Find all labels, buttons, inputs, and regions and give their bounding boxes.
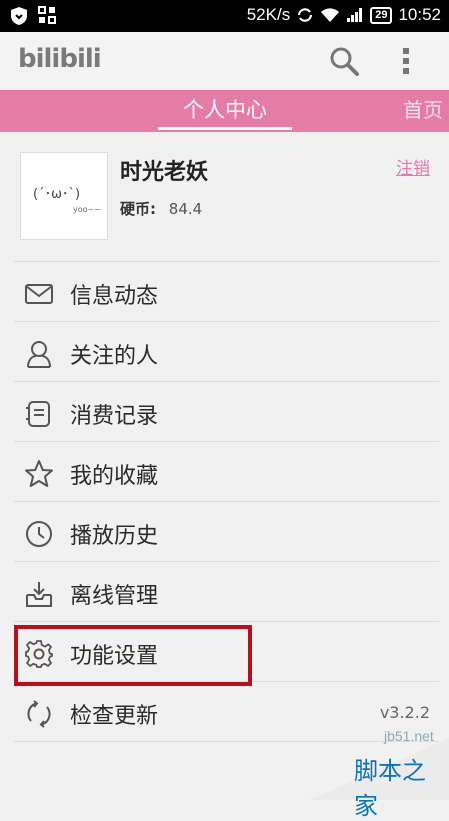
battery-indicator: 29 [370, 6, 393, 24]
mail-icon [25, 284, 53, 304]
divider [14, 321, 439, 322]
divider [14, 561, 439, 562]
download-tray-icon [26, 582, 52, 607]
tab-bar: 个人中心 首页 [0, 90, 449, 132]
menu-item-label: 关注的人 [70, 344, 159, 369]
divider [14, 501, 439, 502]
menu-item-label: 播放历史 [70, 524, 159, 549]
menu-item-label: 检查更新 [70, 704, 159, 729]
divider [14, 621, 439, 622]
shield-notification-icon [11, 7, 27, 25]
clock-icon [26, 521, 52, 547]
menu-item-favorites[interactable]: 我的收藏 [0, 443, 449, 503]
clock-time: 10:52 [398, 5, 441, 24]
menu-item-following[interactable]: 关注的人 [0, 323, 449, 383]
refresh-icon [27, 700, 51, 728]
star-icon [25, 460, 53, 487]
menu-item-label: 消费记录 [70, 404, 159, 429]
person-icon [27, 341, 51, 368]
signal-icon [347, 8, 363, 22]
avatar-caption: yoo~~ [73, 205, 101, 214]
divider [14, 261, 439, 262]
avatar[interactable]: (´･ω･`) yoo~~ [20, 152, 108, 240]
avatar-face-text: (´･ω･`) [33, 187, 81, 202]
logout-link[interactable]: 注销 [396, 154, 430, 179]
watermark-name: 脚本之家 [354, 757, 426, 820]
watermark-url: jb51.net [384, 728, 434, 744]
coins-display: 硬币: 84.4 [120, 198, 202, 219]
menu-item-messages[interactable]: 信息动态 [0, 263, 449, 323]
menu-item-label: 我的收藏 [70, 464, 159, 489]
app-logo[interactable]: bilibili [18, 44, 102, 74]
divider [14, 441, 439, 442]
more-vert-icon[interactable] [400, 46, 412, 76]
divider [14, 381, 439, 382]
wifi-icon [321, 8, 340, 22]
profile-section: (´･ω･`) yoo~~ 时光老妖 硬币: 84.4 注销 [0, 132, 449, 260]
sync-icon [298, 8, 313, 22]
search-icon[interactable] [328, 45, 360, 77]
notification-icons [10, 6, 56, 26]
menu-item-label: 信息动态 [70, 284, 159, 309]
network-speed: 52K/s [246, 5, 291, 24]
app-bar: bilibili [0, 32, 449, 91]
status-bar: 52K/s 29 10:52 [0, 0, 449, 32]
username: 时光老妖 [120, 160, 209, 185]
settings-highlight-box [14, 625, 252, 686]
tab-home[interactable]: 首页 [403, 90, 443, 130]
menu-item-watch-history[interactable]: 播放历史 [0, 503, 449, 563]
menu-item-purchase-history[interactable]: 消费记录 [0, 383, 449, 443]
coins-label: 硬币: [120, 200, 156, 218]
tab-profile-center[interactable]: 个人中心 [158, 90, 292, 132]
tab-label: 个人中心 [183, 98, 267, 122]
menu-item-offline-management[interactable]: 离线管理 [0, 563, 449, 623]
tab-indicator [158, 127, 292, 130]
menu-item-label: 离线管理 [70, 584, 159, 609]
receipt-icon [26, 401, 50, 427]
coins-value: 84.4 [168, 200, 203, 218]
grid-notification-icon [38, 6, 56, 24]
